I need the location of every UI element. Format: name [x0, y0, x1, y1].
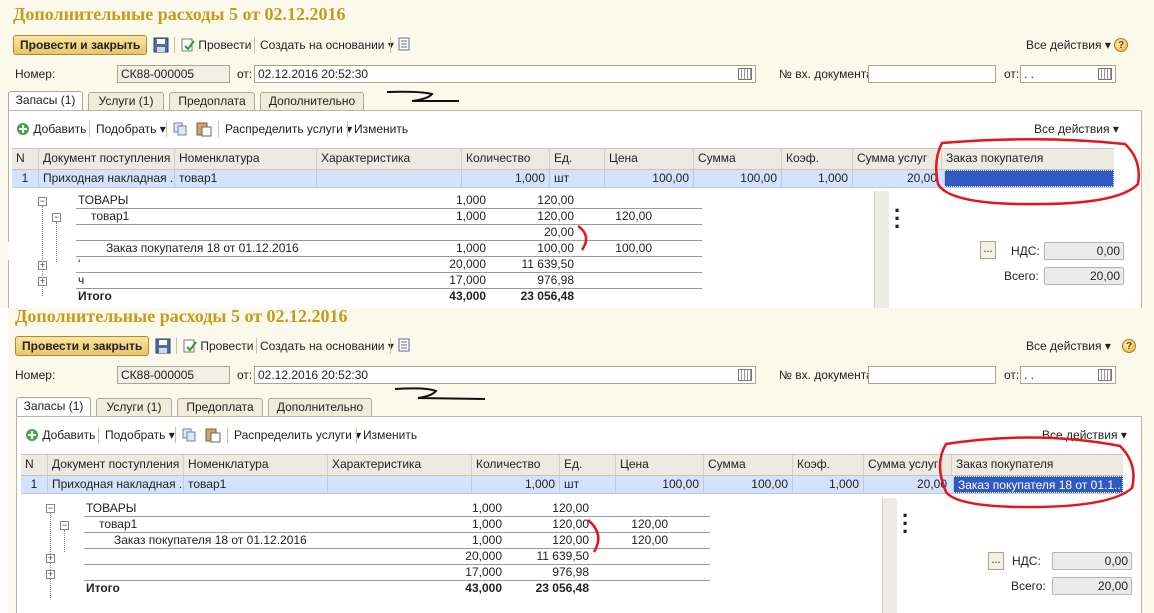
annotation-marks	[394, 387, 1135, 553]
screenshot-top: Дополнительные расходы 5 от 02.12.2016 П…	[0, 0, 1154, 308]
screenshot-bottom: Дополнительные расходы 5 от 02.12.2016 П…	[8, 308, 1154, 613]
annotation-marks	[386, 90, 1140, 251]
